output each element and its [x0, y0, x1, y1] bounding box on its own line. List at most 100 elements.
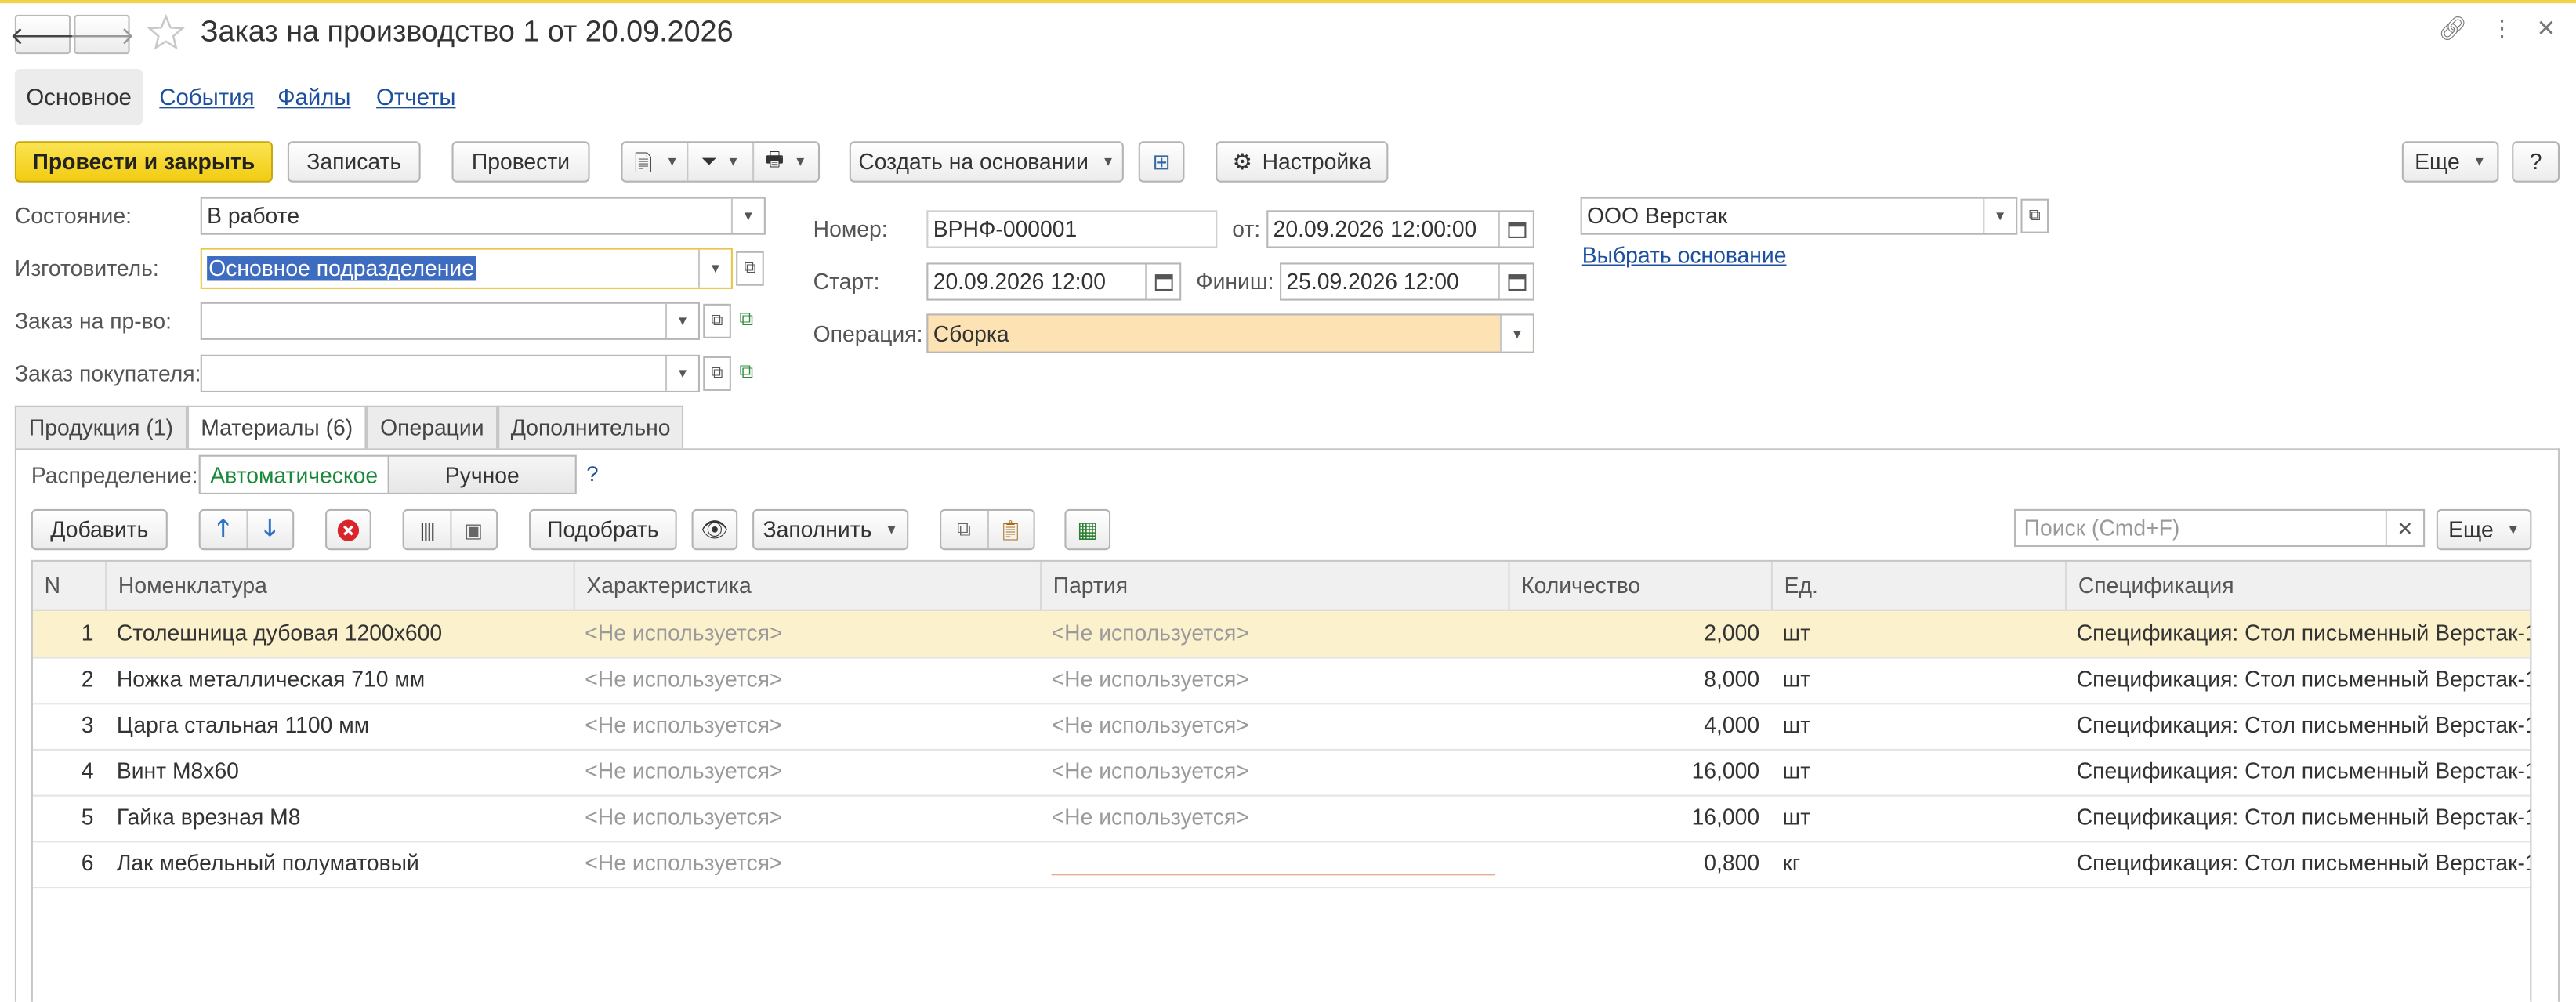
- column-header-quantity[interactable]: Количество: [1508, 561, 1770, 610]
- fill-button[interactable]: Заполнить ▼: [752, 508, 909, 551]
- prod-order-field[interactable]: ▼: [200, 302, 701, 340]
- data-collection-button[interactable]: ▣: [451, 511, 496, 548]
- open-maker-button[interactable]: ⧉: [736, 251, 764, 286]
- quantity-cell[interactable]: 0,800: [1508, 841, 1770, 885]
- unit-cell[interactable]: шт: [1771, 749, 2065, 794]
- column-header-n[interactable]: N: [33, 562, 105, 610]
- table-row[interactable]: 6 Лак мебельный полуматовый <Не использу…: [32, 841, 2531, 889]
- batch-cell[interactable]: <Не используется>: [1040, 611, 1508, 656]
- post-button[interactable]: Провести: [451, 141, 590, 183]
- structure-button[interactable]: ⊞: [1138, 141, 1185, 183]
- nav-tab-files[interactable]: Файлы: [261, 69, 367, 125]
- delete-row-button[interactable]: [325, 508, 371, 551]
- organization-field[interactable]: ООО Верстак ▼: [1580, 197, 2018, 235]
- date-field[interactable]: 20.09.2026 12:00:00: [1266, 210, 1534, 248]
- table-row[interactable]: 4 Винт М8х60 <Не используется> <Не испол…: [32, 749, 2531, 797]
- nav-tab-reports[interactable]: Отчеты: [360, 69, 472, 125]
- specification-cell[interactable]: Спецификация: Стол письменный Верстак-1: [2065, 703, 2531, 747]
- distribution-auto-option[interactable]: Автоматическое: [198, 454, 389, 494]
- link-icon[interactable]: 🔗︎: [2438, 16, 2467, 43]
- create-based-on-button[interactable]: Создать на основании ▼: [849, 141, 1124, 183]
- forward-button[interactable]: 🡒: [69, 14, 135, 55]
- pick-button[interactable]: Подобрать: [529, 508, 677, 551]
- table-row[interactable]: 2 Ножка металлическая 710 мм <Не использ…: [32, 657, 2531, 705]
- close-icon[interactable]: ✕: [2537, 16, 2556, 43]
- nomenclature-cell[interactable]: Лак мебельный полуматовый: [105, 841, 573, 885]
- unit-cell[interactable]: шт: [1771, 703, 2065, 747]
- specification-cell[interactable]: Спецификация: Стол письменный Верстак-1: [2065, 611, 2531, 656]
- barcode-scan-button[interactable]: ||||: [404, 510, 451, 549]
- specification-cell[interactable]: Спецификация: Стол письменный Верстак-1: [2065, 657, 2531, 702]
- favorite-star-icon[interactable]: [147, 13, 186, 61]
- open-customer-order-button[interactable]: ⧉: [703, 356, 731, 391]
- open-organization-button[interactable]: ⧉: [2020, 198, 2049, 233]
- calendar-icon[interactable]: [1498, 212, 1533, 247]
- add-row-button[interactable]: Добавить: [31, 508, 168, 551]
- more-button[interactable]: Еще ▼: [2401, 141, 2499, 183]
- characteristic-cell[interactable]: <Не используется>: [574, 611, 1040, 656]
- maker-field[interactable]: Основное подразделение ▼: [200, 248, 733, 289]
- batch-cell[interactable]: [1040, 841, 1508, 885]
- batch-cell[interactable]: <Не используется>: [1040, 749, 1508, 794]
- print-button[interactable]: 🖶 ▼: [754, 143, 818, 180]
- column-header-specification[interactable]: Спецификация: [2065, 561, 2530, 610]
- unit-cell[interactable]: шт: [1771, 795, 2065, 840]
- quantity-cell[interactable]: 2,000: [1508, 611, 1770, 656]
- unit-cell[interactable]: кг: [1771, 841, 2065, 885]
- clear-search-icon[interactable]: ✕: [2385, 510, 2423, 545]
- characteristic-cell[interactable]: <Не используется>: [574, 795, 1040, 840]
- move-down-button[interactable]: 🡓: [247, 511, 292, 548]
- characteristic-cell[interactable]: <Не используется>: [574, 657, 1040, 702]
- distribution-help-link[interactable]: ?: [586, 461, 598, 486]
- save-button[interactable]: Записать: [287, 141, 421, 183]
- open-prod-order-button[interactable]: ⧉: [703, 303, 731, 338]
- quantity-cell[interactable]: 16,000: [1508, 795, 1770, 840]
- create-link-icon[interactable]: ⧉: [739, 360, 753, 384]
- create-link-icon[interactable]: ⧉: [739, 307, 753, 331]
- table-row[interactable]: 1 Столешница дубовая 1200х600 <Не исполь…: [32, 610, 2531, 659]
- copy-rows-button[interactable]: ⧉: [941, 510, 988, 549]
- calendar-icon[interactable]: [1498, 264, 1533, 299]
- table-row[interactable]: 3 Царга стальная 1100 мм <Не используетс…: [32, 703, 2531, 751]
- batch-cell[interactable]: <Не используется>: [1040, 657, 1508, 702]
- settings-button[interactable]: ⚙ Настройка: [1216, 141, 1389, 183]
- quantity-cell[interactable]: 16,000: [1508, 749, 1770, 794]
- chevron-down-icon[interactable]: ▼: [1983, 198, 2016, 233]
- finish-field[interactable]: 25.09.2026 12:00: [1280, 262, 1534, 301]
- filter-button[interactable]: ⏷ ▼: [688, 143, 755, 181]
- column-header-characteristic[interactable]: Характеристика: [573, 561, 1040, 610]
- batch-cell[interactable]: <Не используется>: [1040, 795, 1508, 840]
- table-row[interactable]: 5 Гайка врезная М8 <Не используется> <Не…: [32, 795, 2531, 843]
- print-forms-button[interactable]: 📄︎ ▼: [622, 143, 689, 181]
- move-up-button[interactable]: 🡑: [201, 510, 248, 549]
- quantity-cell[interactable]: 4,000: [1508, 703, 1770, 747]
- nomenclature-cell[interactable]: Винт М8х60: [105, 749, 573, 794]
- nomenclature-cell[interactable]: Царга стальная 1100 мм: [105, 703, 573, 747]
- nav-tab-events[interactable]: События: [143, 69, 270, 125]
- show-button[interactable]: 👁︎: [691, 508, 738, 551]
- quantity-cell[interactable]: 8,000: [1508, 657, 1770, 702]
- operation-field[interactable]: Сборка ▼: [926, 313, 1534, 353]
- customer-order-field[interactable]: ▼: [200, 354, 701, 393]
- column-header-batch[interactable]: Партия: [1039, 561, 1508, 610]
- specification-cell[interactable]: Спецификация: Стол письменный Верстак-1: [2065, 841, 2531, 885]
- nomenclature-cell[interactable]: Столешница дубовая 1200х600: [105, 611, 573, 656]
- start-field[interactable]: 20.09.2026 12:00: [926, 262, 1182, 301]
- table-more-button[interactable]: Еще ▼: [2436, 508, 2532, 551]
- chevron-down-icon[interactable]: ▼: [1499, 315, 1533, 352]
- batch-cell[interactable]: <Не используется>: [1040, 703, 1508, 747]
- back-button[interactable]: 🡐: [9, 14, 76, 55]
- chevron-down-icon[interactable]: ▼: [665, 356, 698, 391]
- specification-cell[interactable]: Спецификация: Стол письменный Верстак-1: [2065, 749, 2531, 794]
- nav-tab-main[interactable]: Основное: [14, 69, 143, 125]
- paste-rows-button[interactable]: 📋︎: [988, 511, 1034, 548]
- tab-additional[interactable]: Дополнительно: [498, 405, 684, 449]
- chevron-down-icon[interactable]: ▼: [697, 249, 731, 288]
- distribution-manual-option[interactable]: Ручное: [387, 454, 577, 494]
- unit-cell[interactable]: шт: [1771, 611, 2065, 656]
- specification-cell[interactable]: Спецификация: Стол письменный Верстак-1: [2065, 795, 2531, 840]
- tab-operations[interactable]: Операции: [366, 405, 498, 449]
- more-vertical-icon[interactable]: ⋮: [2491, 16, 2513, 43]
- chevron-down-icon[interactable]: ▼: [730, 198, 764, 233]
- tab-materials[interactable]: Материалы (6): [187, 405, 367, 450]
